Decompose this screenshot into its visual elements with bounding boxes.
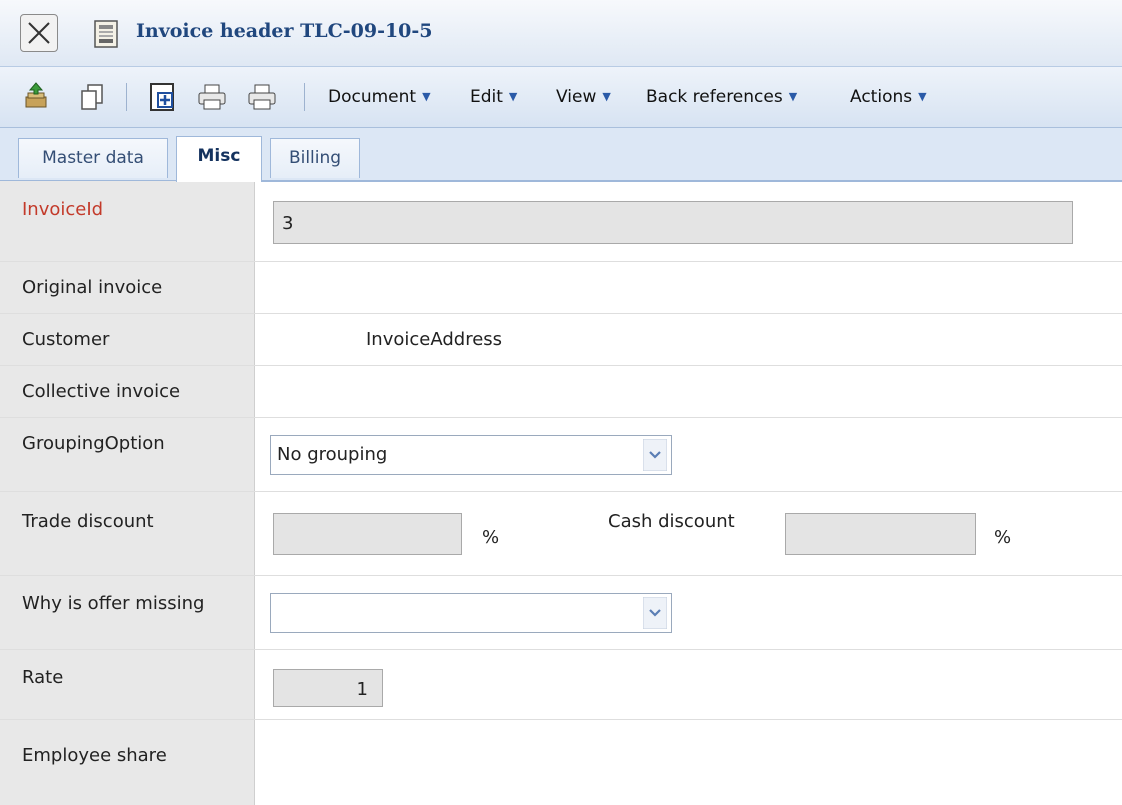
dropdown-arrow-icon: ▼ bbox=[602, 90, 611, 103]
row-divider bbox=[0, 313, 1122, 314]
toolbar-separator bbox=[126, 83, 127, 111]
trade-discount-field[interactable] bbox=[273, 513, 462, 555]
row-divider bbox=[0, 649, 1122, 650]
print-preview-icon[interactable] bbox=[246, 81, 278, 113]
why-offer-missing-label: Why is offer missing bbox=[22, 593, 205, 614]
row-divider bbox=[0, 719, 1122, 720]
grouping-option-label: GroupingOption bbox=[22, 433, 165, 454]
rate-value: 1 bbox=[356, 679, 368, 700]
row-divider bbox=[0, 261, 1122, 262]
row-divider bbox=[0, 575, 1122, 576]
cash-discount-field[interactable] bbox=[785, 513, 976, 555]
window-title: Invoice header TLC-09-10-5 bbox=[136, 20, 433, 42]
menu-back-references-label: Back references bbox=[646, 87, 783, 107]
cash-discount-label: Cash discount bbox=[608, 511, 735, 532]
row-divider bbox=[0, 491, 1122, 492]
trade-discount-label: Trade discount bbox=[22, 511, 154, 532]
rate-label: Rate bbox=[22, 667, 64, 688]
row-divider bbox=[0, 417, 1122, 418]
grouping-option-value: No grouping bbox=[277, 444, 388, 465]
dropdown-arrow-icon: ▼ bbox=[788, 90, 798, 103]
why-offer-missing-select[interactable] bbox=[270, 593, 672, 633]
customer-label: Customer bbox=[22, 329, 110, 350]
customer-value[interactable]: InvoiceAddress bbox=[366, 329, 502, 350]
menu-document-label: Document bbox=[328, 87, 417, 107]
close-icon bbox=[28, 22, 50, 44]
misc-form: InvoiceId 3 Original invoice Customer In… bbox=[0, 181, 1122, 805]
tab-billing[interactable]: Billing bbox=[270, 138, 360, 178]
dropdown-arrow-icon: ▼ bbox=[508, 90, 518, 103]
label-column bbox=[0, 181, 255, 805]
chevron-down-icon[interactable] bbox=[643, 597, 667, 629]
window-titlebar: Invoice header TLC-09-10-5 bbox=[0, 0, 1122, 67]
dropdown-arrow-icon: ▼ bbox=[422, 90, 431, 103]
tab-bar: Master data Misc Billing bbox=[0, 128, 1122, 182]
invoice-id-label: InvoiceId bbox=[22, 199, 104, 220]
menu-edit[interactable]: Edit ▼ bbox=[470, 87, 517, 107]
original-invoice-label: Original invoice bbox=[22, 277, 163, 298]
toolbar-separator bbox=[304, 83, 305, 111]
row-divider bbox=[0, 365, 1122, 366]
menu-edit-label: Edit bbox=[470, 87, 503, 107]
print-icon[interactable] bbox=[196, 81, 228, 113]
chevron-down-icon[interactable] bbox=[643, 439, 667, 471]
menu-back-references[interactable]: Back references ▼ bbox=[646, 87, 797, 107]
rate-field[interactable]: 1 bbox=[273, 669, 383, 707]
employee-share-label: Employee share bbox=[22, 745, 167, 766]
cash-discount-unit: % bbox=[994, 527, 1012, 548]
menu-document[interactable]: Document ▼ bbox=[328, 87, 431, 107]
stack-icon[interactable] bbox=[20, 81, 52, 113]
menu-actions[interactable]: Actions ▼ bbox=[850, 87, 927, 107]
invoice-id-field[interactable]: 3 bbox=[273, 201, 1073, 244]
dropdown-arrow-icon: ▼ bbox=[918, 90, 927, 103]
menu-view[interactable]: View ▼ bbox=[556, 87, 611, 107]
trade-discount-unit: % bbox=[482, 527, 500, 548]
tab-master-data[interactable]: Master data bbox=[18, 138, 168, 178]
toolbar: Document ▼ Edit ▼ View ▼ Back references ▼ A… bbox=[0, 67, 1122, 128]
menu-actions-label: Actions bbox=[850, 87, 913, 107]
new-document-icon[interactable] bbox=[146, 81, 178, 113]
close-button[interactable] bbox=[20, 14, 58, 52]
tab-misc[interactable]: Misc bbox=[176, 136, 262, 182]
copy-icon[interactable] bbox=[76, 81, 108, 113]
collective-invoice-label: Collective invoice bbox=[22, 381, 181, 402]
document-icon bbox=[94, 20, 118, 48]
grouping-option-select[interactable]: No grouping bbox=[270, 435, 672, 475]
menu-view-label: View bbox=[556, 87, 597, 107]
invoice-id-value: 3 bbox=[282, 213, 294, 234]
